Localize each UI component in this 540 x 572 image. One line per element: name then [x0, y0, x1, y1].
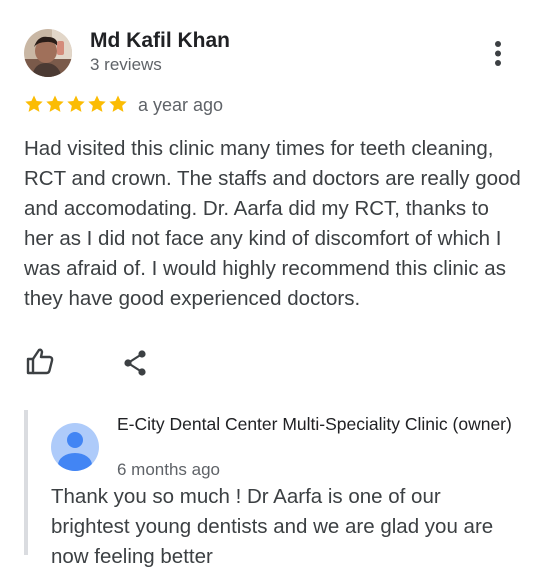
reviewer-avatar[interactable] [24, 29, 72, 77]
review-time: a year ago [138, 95, 224, 115]
more-options-button[interactable] [484, 38, 512, 70]
review-text: Had visited this clinic many times for t… [24, 137, 521, 310]
star-icon [109, 95, 127, 112]
share-button[interactable] [120, 349, 150, 379]
owner-name: E-City Dental Center Multi-Speciality Cl… [117, 414, 512, 434]
more-vert-icon [495, 41, 501, 66]
star-rating [24, 94, 128, 116]
owner-response-text: Thank you so much ! Dr Aarfa is one of o… [51, 485, 494, 568]
thumb-up-icon [26, 348, 54, 375]
default-person-icon [51, 423, 99, 471]
share-icon [124, 350, 146, 376]
star-icon [88, 95, 106, 112]
reviewer-review-count: 3 reviews [90, 55, 162, 74]
reviewer-name[interactable]: Md Kafil Khan [90, 29, 230, 53]
star-icon [25, 95, 43, 112]
owner-avatar[interactable] [51, 423, 99, 471]
star-icon [67, 95, 85, 112]
owner-response-time: 6 months ago [117, 460, 221, 479]
owner-response-divider [24, 410, 28, 555]
like-button[interactable] [25, 346, 55, 376]
star-icon [46, 95, 64, 112]
